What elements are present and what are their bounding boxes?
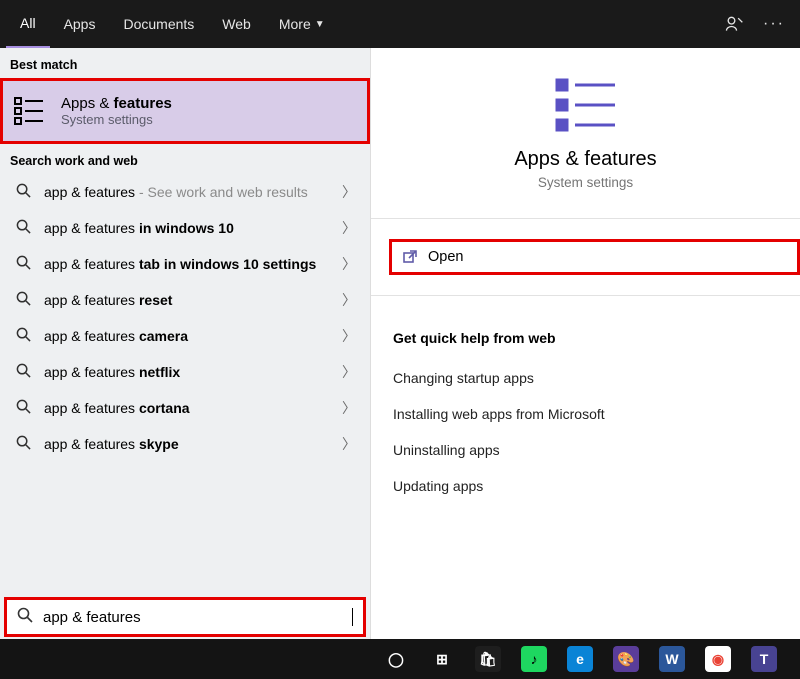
paint-icon: 🎨 xyxy=(613,646,639,672)
suggestion-text: app & features tab in windows 10 setting… xyxy=(44,254,338,274)
scope-tab-more[interactable]: More ▼ xyxy=(265,0,339,48)
apps-features-large-icon xyxy=(553,76,619,134)
taskbar-app-chrome[interactable]: ◉ xyxy=(698,639,738,679)
search-suggestion[interactable]: app & features - See work and web result… xyxy=(0,174,370,210)
help-link[interactable]: Updating apps xyxy=(371,468,800,504)
search-suggestion[interactable]: app & features tab in windows 10 setting… xyxy=(0,246,370,282)
search-icon xyxy=(12,255,34,274)
chevron-right-icon[interactable]: 〉 xyxy=(338,182,360,202)
chevron-right-icon[interactable]: 〉 xyxy=(338,434,360,454)
suggestion-text: app & features in windows 10 xyxy=(44,218,338,238)
chevron-right-icon[interactable]: 〉 xyxy=(338,326,360,346)
search-icon xyxy=(12,399,34,418)
feedback-icon[interactable] xyxy=(714,0,754,48)
scope-tab-label: Web xyxy=(222,16,251,32)
text-caret xyxy=(352,608,353,626)
chevron-down-icon: ▼ xyxy=(315,19,325,30)
help-link[interactable]: Uninstalling apps xyxy=(371,432,800,468)
best-match-subtitle: System settings xyxy=(61,112,172,127)
search-icon xyxy=(12,183,34,202)
taskbar: ◯ ⊞ 🛍 ♪ e 🎨 W ◉ T xyxy=(0,639,800,679)
chevron-right-icon[interactable]: 〉 xyxy=(338,254,360,274)
search-suggestion[interactable]: app & features cortana〉 xyxy=(0,390,370,426)
chevron-right-icon[interactable]: 〉 xyxy=(338,290,360,310)
search-suggestion[interactable]: app & features netflix〉 xyxy=(0,354,370,390)
best-match-title: Apps & features xyxy=(61,95,172,112)
taskbar-app-taskview[interactable]: ⊞ xyxy=(422,639,462,679)
taskbar-app-spotify[interactable]: ♪ xyxy=(514,639,554,679)
best-match-result[interactable]: Apps & features System settings xyxy=(0,78,370,144)
search-suggestion[interactable]: app & features in windows 10〉 xyxy=(0,210,370,246)
taskbar-app-store[interactable]: 🛍 xyxy=(468,639,508,679)
spotify-icon: ♪ xyxy=(521,646,547,672)
search-icon xyxy=(12,291,34,310)
taskview-icon: ⊞ xyxy=(429,646,455,672)
best-match-label: Best match xyxy=(0,48,370,78)
taskbar-app-word[interactable]: W xyxy=(652,639,692,679)
search-icon xyxy=(12,219,34,238)
search-scope-header: All Apps Documents Web More ▼ ··· xyxy=(0,0,800,48)
results-pane: Best match Apps & features System settin… xyxy=(0,48,370,639)
suggestion-text: app & features camera xyxy=(44,326,338,346)
search-icon xyxy=(17,607,33,627)
search-suggestion[interactable]: app & features camera〉 xyxy=(0,318,370,354)
preview-pane: Apps & features System settings Open Get… xyxy=(370,48,800,639)
search-icon xyxy=(12,363,34,382)
scope-tab-web[interactable]: Web xyxy=(208,0,265,48)
preview-subtitle: System settings xyxy=(538,175,633,190)
chevron-right-icon[interactable]: 〉 xyxy=(338,218,360,238)
suggestion-text: app & features - See work and web result… xyxy=(44,182,338,202)
search-web-label: Search work and web xyxy=(0,144,370,174)
open-button[interactable]: Open xyxy=(389,239,800,275)
taskbar-app-paint[interactable]: 🎨 xyxy=(606,639,646,679)
teams-icon: T xyxy=(751,646,777,672)
cortana-icon: ◯ xyxy=(383,646,409,672)
suggestion-text: app & features skype xyxy=(44,434,338,454)
word-icon: W xyxy=(659,646,685,672)
search-suggestion[interactable]: app & features skype〉 xyxy=(0,426,370,462)
more-options-icon[interactable]: ··· xyxy=(754,0,794,48)
chrome-icon: ◉ xyxy=(705,646,731,672)
taskbar-app-cortana[interactable]: ◯ xyxy=(376,639,416,679)
scope-tab-all[interactable]: All xyxy=(6,0,50,48)
help-link[interactable]: Changing startup apps xyxy=(371,360,800,396)
preview-title: Apps & features xyxy=(514,148,656,171)
edge-icon: e xyxy=(567,646,593,672)
quick-help-header: Get quick help from web xyxy=(371,302,800,360)
search-suggestion[interactable]: app & features reset〉 xyxy=(0,282,370,318)
open-external-icon xyxy=(402,249,418,265)
scope-tab-apps[interactable]: Apps xyxy=(50,0,110,48)
chevron-right-icon[interactable]: 〉 xyxy=(338,362,360,382)
store-icon: 🛍 xyxy=(475,646,501,672)
taskbar-app-edge[interactable]: e xyxy=(560,639,600,679)
scope-tab-label: Documents xyxy=(123,16,194,32)
taskbar-app-teams[interactable]: T xyxy=(744,639,784,679)
search-icon xyxy=(12,435,34,454)
search-icon xyxy=(12,327,34,346)
scope-tab-label: More xyxy=(279,16,311,32)
apps-features-icon xyxy=(13,93,49,129)
scope-tab-label: All xyxy=(20,15,36,31)
scope-tab-documents[interactable]: Documents xyxy=(109,0,208,48)
search-box[interactable] xyxy=(4,597,366,637)
scope-tab-label: Apps xyxy=(64,16,96,32)
open-button-label: Open xyxy=(428,249,463,265)
suggestion-text: app & features reset xyxy=(44,290,338,310)
help-link[interactable]: Installing web apps from Microsoft xyxy=(371,396,800,432)
suggestion-text: app & features netflix xyxy=(44,362,338,382)
suggestion-text: app & features cortana xyxy=(44,398,338,418)
chevron-right-icon[interactable]: 〉 xyxy=(338,398,360,418)
search-input[interactable] xyxy=(43,609,352,626)
